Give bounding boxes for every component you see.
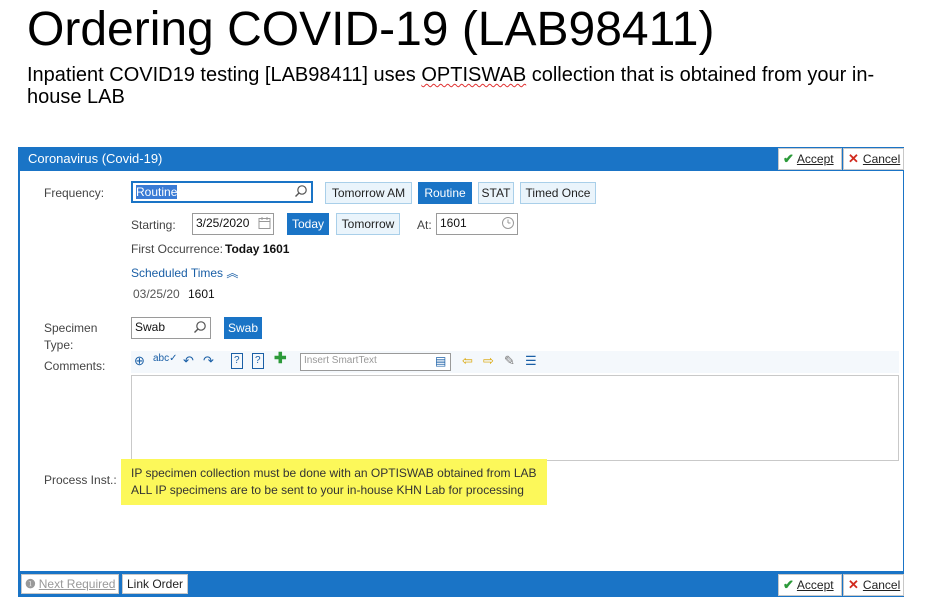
close-icon: ✕ — [848, 577, 859, 592]
tomorrow-button[interactable]: Tomorrow — [336, 213, 400, 235]
option-label: Tomorrow AM — [331, 186, 406, 200]
smarttext-placeholder: Insert SmartText — [304, 355, 377, 366]
comments-toolbar: ⊕ abc✓ ↶ ↷ ? ? ✚ Insert SmartText ▤ ⇦ ⇨ … — [131, 351, 899, 373]
scheduled-date: 03/25/20 — [133, 287, 180, 301]
specimen-type-label: Specimen — [44, 321, 98, 335]
list-icon[interactable]: ☰ — [525, 354, 537, 368]
frequency-label: Frequency: — [44, 186, 105, 200]
spellcheck-icon[interactable]: abc✓ — [153, 352, 178, 366]
smarttext-picker-icon[interactable]: ▤ — [435, 354, 446, 368]
next-required-button[interactable]: ❶ Next Required — [21, 574, 119, 594]
scheduled-times-label: Scheduled Times — [131, 266, 224, 280]
option-label: Swab — [227, 321, 259, 335]
frequency-input[interactable]: Routine — [131, 181, 313, 203]
zoom-icon[interactable]: ⊕ — [134, 354, 145, 368]
accept-label: Accept — [796, 152, 834, 166]
process-instruction-line: ALL IP specimens are to be sent to your … — [131, 483, 524, 497]
specimen-type-label-line2: Type: — [44, 338, 74, 352]
cancel-label: Cancel — [862, 152, 901, 166]
spellcheck-word: OPTISWAB — [421, 64, 527, 86]
first-occurrence-label: First Occurrence: — [131, 242, 224, 256]
cancel-button[interactable]: ✕ Cancel — [843, 148, 904, 170]
option-label: Timed Once — [525, 186, 591, 200]
today-label: Today — [291, 217, 325, 231]
start-date-value: 3/25/2020 — [196, 216, 250, 230]
frequency-option-timed-once[interactable]: Timed Once — [520, 182, 596, 204]
window-title: Coronavirus (Covid-19) — [28, 151, 163, 166]
at-label: At: — [417, 218, 432, 232]
window-footer: ❶ Next Required Link Order ✔ Accept ✕ Ca… — [18, 571, 904, 597]
comments-label: Comments: — [44, 359, 106, 373]
page-subtitle: Inpatient COVID19 testing [LAB98411] use… — [27, 64, 897, 108]
starting-label: Starting: — [131, 218, 176, 232]
calendar-icon[interactable] — [258, 216, 271, 230]
accept-label: Accept — [796, 578, 834, 592]
today-button[interactable]: Today — [287, 213, 329, 235]
frequency-option-stat[interactable]: STAT — [478, 182, 514, 204]
undo-icon[interactable]: ↶ — [183, 354, 194, 368]
first-occurrence-value: Today 1601 — [225, 242, 290, 256]
frequency-value: Routine — [136, 185, 178, 199]
add-icon[interactable]: ✚ — [274, 351, 287, 366]
subtitle-text-start: Inpatient COVID19 testing [LAB98411] use… — [27, 64, 422, 86]
checkmark-icon: ✔ — [783, 577, 794, 592]
search-icon[interactable] — [294, 184, 308, 198]
next-required-label: Next Required — [38, 577, 116, 591]
specimen-type-value: Swab — [135, 320, 166, 334]
redo-icon[interactable]: ↷ — [203, 354, 214, 368]
option-label: Routine — [424, 186, 466, 200]
scheduled-time: 1601 — [188, 287, 215, 301]
accept-button[interactable]: ✔ Accept — [778, 148, 842, 170]
frequency-option-tomorrow-am[interactable]: Tomorrow AM — [325, 182, 412, 204]
comments-textarea[interactable] — [131, 375, 899, 461]
chevron-up-icon: ︽ — [226, 266, 239, 280]
order-window: Coronavirus (Covid-19) ✔ Accept ✕ Cancel… — [18, 147, 904, 597]
smarttext-input[interactable]: Insert SmartText — [300, 353, 451, 371]
option-label: STAT — [481, 186, 511, 200]
alert-icon: ❶ — [25, 577, 36, 591]
cancel-button[interactable]: ✕ Cancel — [843, 574, 904, 596]
link-order-button[interactable]: Link Order — [122, 574, 188, 594]
process-inst-label: Process Inst.: — [44, 473, 117, 487]
frequency-option-routine[interactable]: Routine — [418, 182, 472, 204]
arrow-left-icon[interactable]: ⇦ — [462, 354, 473, 368]
clock-icon[interactable] — [501, 216, 515, 230]
page-title: Ordering COVID-19 (LAB98411) — [27, 3, 715, 56]
help-icon[interactable]: ? — [231, 353, 243, 369]
link-order-label: Link Order — [126, 577, 184, 591]
window-titlebar: Coronavirus (Covid-19) ✔ Accept ✕ Cancel — [18, 147, 904, 171]
accept-button[interactable]: ✔ Accept — [778, 574, 842, 596]
arrow-right-icon[interactable]: ⇨ — [483, 354, 494, 368]
eraser-icon[interactable]: ✎ — [504, 354, 515, 368]
checkmark-icon: ✔ — [783, 151, 794, 166]
scheduled-times-link[interactable]: Scheduled Times ︽ — [131, 264, 238, 281]
smartphrase-help-icon[interactable]: ? — [252, 353, 264, 369]
search-icon[interactable] — [193, 320, 207, 334]
specimen-option-swab[interactable]: Swab — [224, 317, 262, 339]
tomorrow-label: Tomorrow — [341, 217, 395, 231]
close-icon: ✕ — [848, 151, 859, 166]
cancel-label: Cancel — [862, 578, 901, 592]
start-time-value: 1601 — [440, 216, 467, 230]
process-instructions: IP specimen collection must be done with… — [121, 459, 547, 505]
process-instruction-line: IP specimen collection must be done with… — [131, 466, 537, 480]
